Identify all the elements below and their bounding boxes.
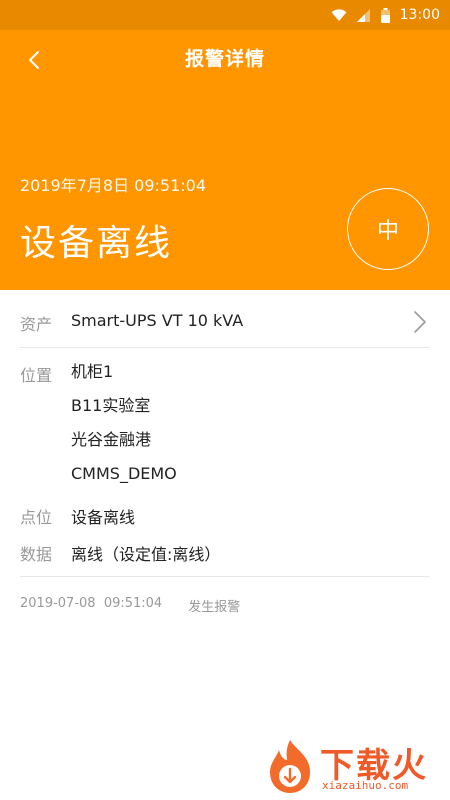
location-line: 机柜1 (71, 362, 114, 381)
alarm-name: 设备离线 (20, 223, 173, 264)
flame-logo-icon (270, 740, 310, 793)
location-label: 位置 (20, 366, 53, 385)
status-icons: 13:00 (331, 0, 440, 30)
data-value: 离线（设定值:离线） (71, 545, 221, 564)
history-timestamp: 2019-07-08 09:51:04 (20, 596, 163, 611)
point-value: 设备离线 (71, 508, 136, 527)
page-title: 报警详情 (184, 48, 265, 70)
divider (20, 576, 430, 577)
data-row: 数据 离线（设定值:离线） (20, 541, 430, 565)
history-event: 发生报警 (188, 600, 241, 615)
wifi-icon (331, 8, 347, 22)
location-line: B11实验室 (71, 396, 151, 415)
alarm-detail-screen: 13:00 报警详情 2019年7月8日 09:51:04 设备离线 中 资产 … (0, 0, 450, 800)
location-lines: 机柜1 B11实验室 光谷金融港 CMMS_DEMO (71, 355, 177, 491)
asset-value: Smart-UPS VT 10 kVA (71, 311, 244, 330)
asset-row[interactable]: 资产 Smart-UPS VT 10 kVA (20, 311, 430, 335)
point-label: 点位 (20, 508, 53, 527)
point-row: 点位 设备离线 (20, 504, 430, 528)
location-line: CMMS_DEMO (71, 464, 177, 483)
status-bar: 13:00 (0, 0, 450, 30)
location-line: 光谷金融港 (71, 430, 152, 449)
alarm-history-entry: 2019-07-08 09:51:04 发生报警 (20, 596, 240, 615)
data-label: 数据 (20, 545, 53, 564)
severity-label: 中 (376, 219, 399, 244)
alarm-datetime: 2019年7月8日 09:51:04 (20, 176, 207, 195)
severity-badge: 中 (347, 188, 429, 270)
location-row: 位置 机柜1 B11实验室 光谷金融港 CMMS_DEMO (20, 362, 430, 491)
watermark-text-en: xiazaihuo.com (322, 779, 409, 792)
chevron-right-icon[interactable] (410, 309, 430, 335)
status-time: 13:00 (399, 7, 440, 23)
watermark-logo: 下载火 xiazaihuo.com (262, 736, 442, 796)
signal-icon (356, 8, 371, 22)
asset-label: 资产 (20, 315, 53, 334)
alarm-header: 报警详情 2019年7月8日 09:51:04 设备离线 中 (0, 30, 450, 290)
battery-icon (380, 7, 390, 23)
divider (20, 347, 430, 348)
